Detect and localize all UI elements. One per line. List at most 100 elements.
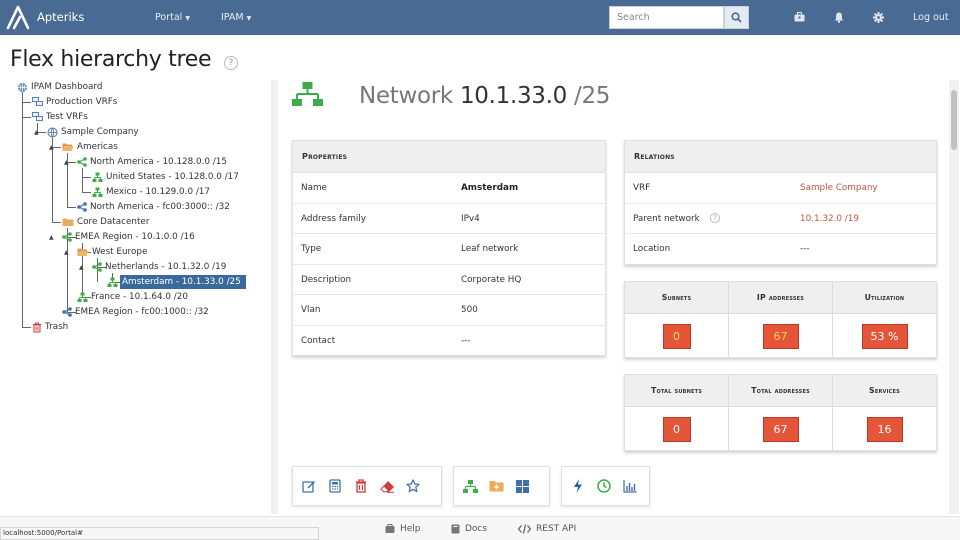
tree-node-test-vrfs[interactable]: Test VRFs (32, 110, 88, 124)
trash-icon (33, 322, 41, 332)
scrollbar-thumb[interactable] (951, 90, 957, 150)
collapse-toggle-icon[interactable]: ▲ (49, 234, 54, 241)
tree-connector (82, 177, 91, 178)
docs-link[interactable]: Docs (451, 524, 487, 534)
star-icon (406, 479, 420, 493)
share-nodes-icon (77, 157, 87, 167)
help-icon[interactable]: ? (224, 56, 238, 70)
eraser-icon (379, 480, 394, 493)
tree-node-label: West Europe (92, 247, 148, 257)
tree-connector (22, 90, 23, 327)
apteriks-logo-icon[interactable] (6, 4, 30, 30)
tree-node-north-america-v4[interactable]: North America - 10.128.0.0 /15 (77, 155, 227, 169)
property-value: Leaf network (461, 244, 519, 254)
tree-node-france[interactable]: France - 10.1.64.0 /20 (77, 290, 188, 304)
tree-node-sample-company[interactable]: Sample Company (47, 125, 139, 139)
tree-node-core-datacenter[interactable]: Core Datacenter (62, 215, 149, 229)
top-navbar: Apteriks Portal ▼ IPAM ▼ Log out (0, 0, 960, 35)
collapse-toggle-icon[interactable]: ▲ (79, 264, 84, 271)
rest-api-link[interactable]: REST API (518, 524, 576, 534)
briefcase-icon[interactable] (794, 12, 805, 22)
help-link[interactable]: Help (385, 524, 421, 534)
portal-menu[interactable]: Portal ▼ (155, 12, 190, 23)
ip-addresses-badge[interactable]: 67 (762, 323, 799, 349)
quick-action-button[interactable] (567, 475, 589, 497)
relation-label: VRF (633, 183, 651, 193)
relation-row: Parent network? 10.1.32.0 /19 (625, 204, 936, 234)
stat-label: Total addresses (729, 375, 832, 407)
edit-button[interactable] (298, 475, 320, 497)
total-subnets-badge[interactable]: 0 (662, 416, 691, 442)
totals-card: Total subnets 0 Total addresses 67 Servi… (624, 374, 937, 451)
clear-button[interactable] (376, 475, 398, 497)
add-folder-button[interactable] (485, 475, 507, 497)
ipam-menu-label: IPAM (221, 12, 244, 23)
gear-icon[interactable] (873, 12, 884, 23)
tree-node-label: Production VRFs (46, 97, 118, 107)
collapse-toggle-icon[interactable]: ▲ (34, 129, 39, 136)
tree-node-united-states[interactable]: United States - 10.128.0.0 /17 (92, 170, 239, 184)
folder-open-icon (77, 248, 89, 256)
tree-connector (67, 207, 76, 208)
tree-node-production-vrfs[interactable]: Production VRFs (32, 95, 117, 109)
chart-button[interactable] (619, 475, 641, 497)
collapse-toggle-icon[interactable]: ▲ (64, 159, 69, 166)
property-label: Vlan (301, 305, 321, 315)
folder-plus-icon (489, 481, 503, 492)
tree-node-emea-v6[interactable]: EMEA Region - fc00:1000:: /32 (62, 305, 209, 319)
tree-scrollbar[interactable] (271, 80, 278, 514)
tree-node-label: Test VRFs (46, 112, 88, 122)
property-label: Name (301, 183, 327, 193)
vrf-link[interactable]: Sample Company (800, 183, 878, 193)
ipam-menu[interactable]: IPAM ▼ (221, 12, 251, 23)
parent-network-link[interactable]: 10.1.32.0 /19 (800, 214, 859, 224)
tree-node-americas[interactable]: Americas (62, 140, 118, 154)
logout-link[interactable]: Log out (913, 12, 949, 23)
actions-toolbar (561, 466, 650, 506)
properties-heading: Properties (293, 141, 605, 173)
tree-node-west-europe[interactable]: West Europe (77, 245, 147, 259)
bar-chart-icon (623, 479, 637, 493)
stat-column: Services 16 (833, 375, 936, 450)
property-value: 500 (461, 305, 478, 315)
tree-node-netherlands[interactable]: Netherlands - 10.1.32.0 /19 (92, 260, 226, 274)
tree-node-north-america-v6[interactable]: North America - fc00:3000:: /32 (77, 200, 230, 214)
network-large-icon (292, 82, 323, 106)
stat-label: Utilization (833, 282, 936, 314)
add-network-button[interactable] (459, 475, 481, 497)
favorite-button[interactable] (402, 475, 424, 497)
stats-card: Subnets 0 IP addresses 67 Utilization 53… (624, 281, 937, 358)
stat-label: IP addresses (729, 282, 832, 314)
tree-node-mexico[interactable]: Mexico - 10.129.0.0 /17 (92, 185, 210, 199)
services-badge[interactable]: 16 (866, 416, 903, 442)
history-button[interactable] (593, 475, 615, 497)
utilization-badge[interactable]: 53 % (861, 323, 908, 349)
property-label: Contact (301, 335, 336, 346)
network-icon (92, 172, 103, 182)
calculator-button[interactable] (324, 475, 346, 497)
tree-node-ipam-dashboard[interactable]: IPAM Dashboard (17, 80, 102, 94)
property-label: Address family (301, 213, 366, 224)
search-input[interactable] (609, 6, 724, 29)
collapse-toggle-icon[interactable]: ▲ (49, 144, 54, 151)
total-addresses-badge[interactable]: 67 (762, 416, 799, 442)
delete-button[interactable] (350, 475, 372, 497)
share-nodes-icon (77, 202, 87, 212)
search-button[interactable] (724, 6, 749, 29)
bell-icon[interactable] (834, 12, 844, 23)
help-icon[interactable]: ? (710, 212, 720, 223)
tree-connector (82, 168, 83, 192)
content-scrollbar[interactable] (949, 80, 959, 514)
collapse-toggle-icon[interactable]: ▲ (64, 249, 69, 256)
tree-node-trash[interactable]: Trash (32, 320, 68, 334)
tree-node-amsterdam[interactable]: Amsterdam - 10.1.33.0 /25 (120, 275, 246, 289)
tree-node-emea-v4[interactable]: EMEA Region - 10.1.0.0 /16 (62, 230, 195, 244)
property-row: Vlan 500 (293, 295, 605, 326)
tree-node-label: IPAM Dashboard (31, 82, 103, 92)
property-label: Type (301, 244, 322, 254)
grid-view-button[interactable] (511, 475, 533, 497)
docs-link-label: Docs (465, 524, 488, 534)
tree-node-label: Mexico - 10.129.0.0 /17 (106, 187, 211, 197)
subnets-badge[interactable]: 0 (662, 323, 691, 349)
brand-name[interactable]: Apteriks (37, 10, 84, 24)
